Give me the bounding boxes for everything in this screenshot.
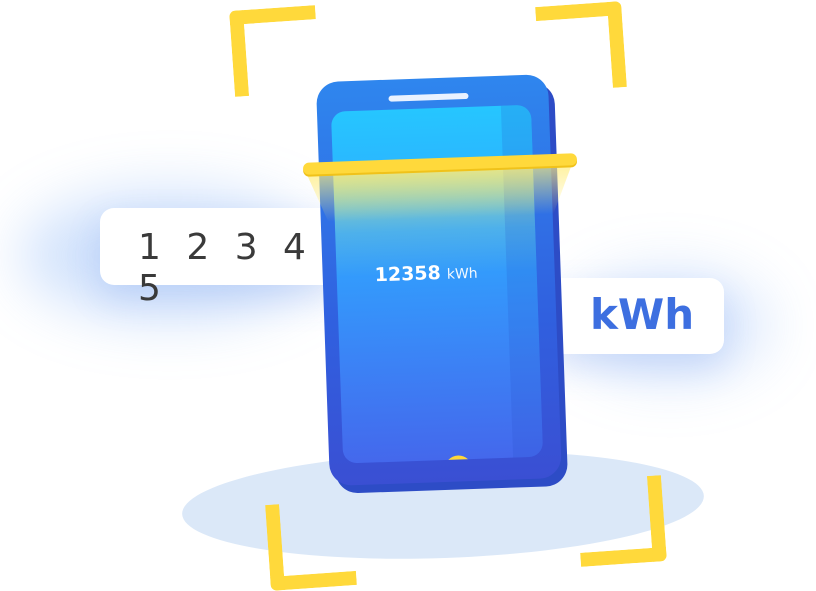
phone-speaker-icon [388,92,469,102]
scan-frame-corner-top-right-icon [535,1,627,93]
home-button-icon [444,455,473,464]
meter-scan-illustration: 1 2 3 4 5 kWh 12358 kWh [0,0,816,591]
scan-frame-corner-bottom-right-icon [575,475,667,567]
unit-label: kWh [590,290,695,339]
reading-unit: kWh [446,265,478,283]
meter-digits: 1 2 3 4 5 [138,227,313,309]
meter-reading: 12358 kWh [374,261,478,287]
meter-digits-card: 1 2 3 4 5 [100,208,340,309]
phone-body: 12358 kWh [315,74,562,486]
reading-value: 12358 [374,262,442,287]
unit-card: kWh [548,278,724,354]
phone: 12358 kWh [315,74,569,494]
scan-frame-corner-bottom-left-icon [265,499,357,591]
scan-frame-corner-top-left-icon [229,5,321,97]
